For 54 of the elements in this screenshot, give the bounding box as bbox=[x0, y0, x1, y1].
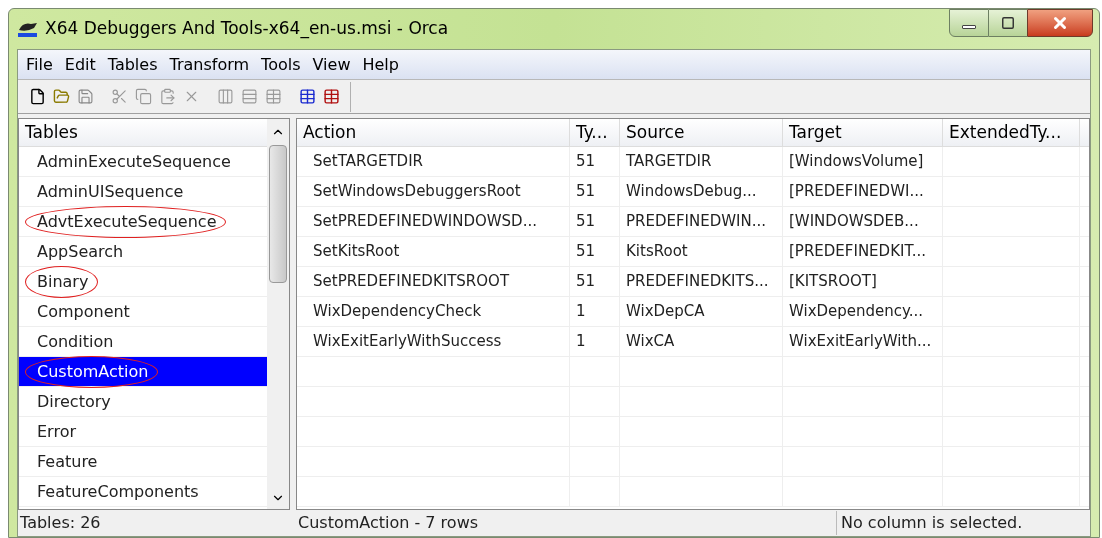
table-cell-text: WixCA bbox=[626, 331, 675, 353]
table-cell-text: [WINDOWSDEB... bbox=[789, 211, 919, 233]
status-text: No column is selected. bbox=[841, 513, 1023, 532]
column-header[interactable]: Action bbox=[297, 119, 570, 146]
column-header[interactable]: ExtendedTy... bbox=[943, 119, 1080, 146]
menu-item[interactable]: File bbox=[20, 52, 59, 77]
scrollbar-thumb[interactable] bbox=[269, 145, 287, 283]
column-header[interactable]: Target bbox=[783, 119, 943, 146]
table-cell-text: [PREDEFINEDWI... bbox=[789, 181, 924, 203]
menu-item[interactable]: Transform bbox=[163, 52, 256, 77]
table-cell-text: [PREDEFINEDKIT... bbox=[789, 241, 927, 263]
table-cell-text: SetKitsRoot bbox=[313, 241, 400, 263]
table-cell-text: WixExitEarlyWithSuccess bbox=[313, 331, 502, 353]
status-text: CustomAction - 7 rows bbox=[298, 513, 479, 532]
column-header[interactable]: Ty... bbox=[570, 119, 620, 146]
table-cell-text: WixDepCA bbox=[626, 301, 705, 323]
column-header[interactable]: Source bbox=[620, 119, 783, 146]
table-cell-text: TARGETDIR bbox=[626, 151, 712, 173]
table-cell-text: 51 bbox=[576, 271, 596, 293]
table-cell-text: 51 bbox=[576, 181, 596, 203]
menu-item[interactable]: Tools bbox=[255, 52, 307, 77]
status-text: Tables: 26 bbox=[20, 513, 101, 532]
table-cell-text: KitsRoot bbox=[626, 241, 688, 263]
table-cell-text: PREDEFINEDKITS... bbox=[626, 271, 769, 293]
menu-item[interactable]: Edit bbox=[58, 52, 102, 77]
table-cell-text: SetPREDEFINEDKITSROOT bbox=[313, 271, 510, 293]
table-cell-text: 51 bbox=[576, 211, 596, 233]
table-cell-text: SetTARGETDIR bbox=[313, 151, 423, 173]
table-cell-text: [KITSROOT] bbox=[789, 271, 877, 293]
scrollbar[interactable] bbox=[267, 119, 289, 509]
maximize-icon bbox=[1001, 16, 1015, 30]
table-cell-text: WixExitEarlyWith... bbox=[789, 331, 932, 353]
minimize-icon bbox=[962, 25, 976, 29]
table-cell-text: WixDependencyCheck bbox=[313, 301, 482, 323]
close-icon bbox=[1051, 14, 1069, 32]
table-cell-text: 1 bbox=[576, 331, 586, 353]
table-cell-text: 1 bbox=[576, 301, 586, 323]
menu-item[interactable]: Help bbox=[356, 52, 405, 77]
close-button[interactable] bbox=[1027, 9, 1093, 37]
window-title: X64 Debuggers And Tools-x64_en-us.msi - Orca bbox=[45, 17, 449, 41]
table-cell-text: WixDependency... bbox=[789, 301, 924, 323]
menu-item[interactable]: Tables bbox=[101, 52, 164, 77]
table-cell-text: 51 bbox=[576, 151, 596, 173]
table-cell-text: [WindowsVolume] bbox=[789, 151, 924, 173]
table-cell-text: 51 bbox=[576, 241, 596, 263]
table-cell-text: PREDEFINEDWIN... bbox=[626, 211, 767, 233]
minimize-button[interactable] bbox=[949, 9, 989, 37]
table-cell-text: SetPREDEFINEDWINDOWSD... bbox=[313, 211, 537, 233]
table-cell-text: WindowsDebug... bbox=[626, 181, 757, 203]
menu-item[interactable]: View bbox=[306, 52, 357, 77]
maximize-button[interactable] bbox=[989, 9, 1027, 37]
table-list-item[interactable]: CustomAction bbox=[19, 357, 267, 387]
table-cell-text: SetWindowsDebuggersRoot bbox=[313, 181, 521, 203]
app-icon bbox=[17, 20, 39, 38]
